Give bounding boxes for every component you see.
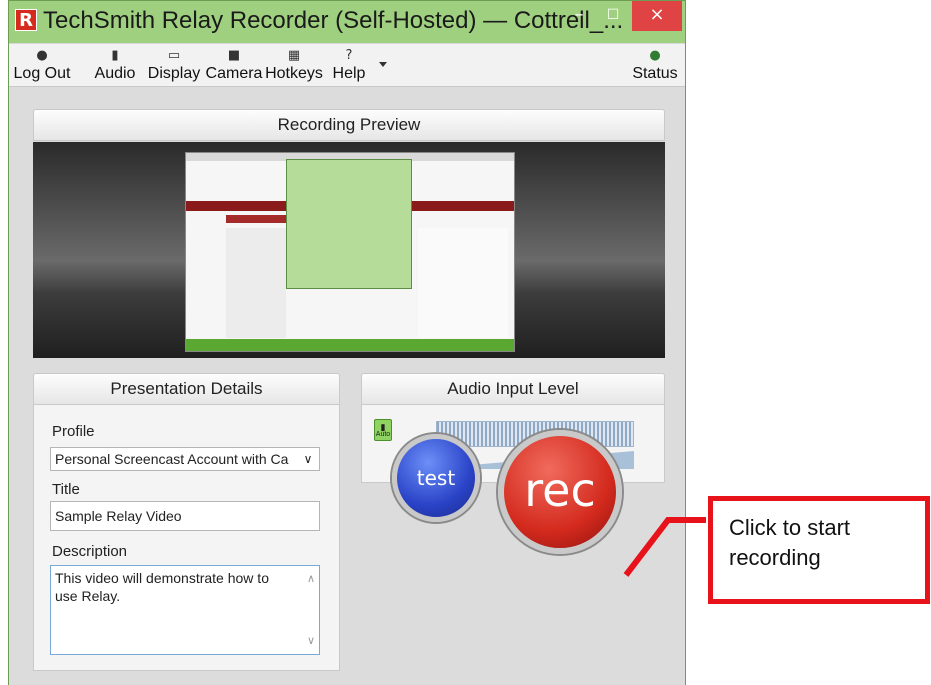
menu-display[interactable]: ▭ Display: [141, 48, 207, 84]
thumbnail-sidebar: [226, 228, 286, 338]
presentation-details-header: Presentation Details: [33, 373, 340, 405]
chevron-down-icon[interactable]: ∨: [297, 448, 319, 470]
lock-icon: ●: [36, 48, 48, 63]
menu-log-out[interactable]: ● Log Out: [9, 48, 75, 84]
mic-auto-label: Auto: [375, 431, 391, 438]
menu-status[interactable]: ● Status: [627, 48, 683, 84]
menu-status-label: Status: [632, 65, 678, 82]
camera-icon: ■: [227, 48, 241, 63]
title-input[interactable]: Sample Relay Video: [50, 501, 320, 531]
menu-bar: ● Log Out ▮ Audio ▭ Display ■ Camera ▦ H…: [9, 43, 685, 87]
menu-display-label: Display: [147, 65, 201, 82]
presentation-details-panel: Profile Personal Screencast Account with…: [33, 405, 340, 671]
menu-camera-label: Camera: [205, 65, 263, 82]
window-title: TechSmith Relay Recorder (Self-Hosted) —…: [43, 7, 624, 34]
maximize-button[interactable]: ☐: [595, 1, 631, 31]
description-label: Description: [52, 543, 128, 560]
mic-auto-button[interactable]: ▮ Auto: [374, 419, 392, 441]
profile-select-value: Personal Screencast Account with Ca: [55, 451, 289, 467]
recording-preview: [33, 142, 665, 358]
thumbnail-contact-column: [418, 228, 508, 338]
microphone-icon: ▮: [380, 422, 386, 432]
description-text: This video will demonstrate how to use R…: [55, 570, 269, 604]
main-content: Recording Preview Presentation Details P…: [9, 87, 685, 685]
recording-preview-header: Recording Preview: [33, 109, 665, 141]
menu-camera[interactable]: ■ Camera: [201, 48, 267, 84]
menu-hotkeys[interactable]: ▦ Hotkeys: [261, 48, 327, 84]
description-textarea[interactable]: This video will demonstrate how to use R…: [50, 565, 320, 655]
title-label: Title: [52, 481, 80, 498]
thumbnail-taskbar: [186, 339, 514, 351]
minimize-button[interactable]: –: [561, 1, 597, 31]
menu-overflow-chevron-icon[interactable]: [379, 62, 387, 67]
scroll-up-icon[interactable]: ∧: [307, 570, 315, 588]
menu-hotkeys-label: Hotkeys: [265, 65, 323, 82]
thumbnail-heading-band: [226, 215, 286, 223]
relay-recorder-window: R TechSmith Relay Recorder (Self-Hosted)…: [8, 0, 686, 685]
menu-help[interactable]: ? Help: [329, 48, 369, 84]
scroll-down-icon[interactable]: ∨: [307, 632, 315, 650]
menu-log-out-label: Log Out: [13, 65, 71, 82]
test-button[interactable]: test: [392, 434, 480, 522]
preview-screen-thumbnail: [185, 152, 515, 352]
relay-logo-icon: R: [15, 9, 37, 31]
menu-audio[interactable]: ▮ Audio: [87, 48, 143, 84]
record-button[interactable]: rec: [498, 430, 622, 554]
microphone-icon: ▮: [111, 48, 119, 63]
profile-select[interactable]: Personal Screencast Account with Ca ∨: [50, 447, 320, 471]
close-button[interactable]: ×: [632, 1, 682, 31]
audio-input-level-header: Audio Input Level: [361, 373, 665, 405]
thumbnail-relay-window: [286, 159, 412, 289]
click-to-start-callout: Click to start recording: [708, 496, 930, 604]
menu-audio-label: Audio: [94, 65, 136, 82]
title-bar[interactable]: R TechSmith Relay Recorder (Self-Hosted)…: [9, 1, 685, 43]
profile-label: Profile: [52, 423, 95, 440]
menu-help-label: Help: [332, 65, 366, 82]
status-globe-icon: ●: [649, 48, 661, 63]
monitor-icon: ▭: [167, 48, 181, 63]
question-icon: ?: [345, 48, 353, 63]
keyboard-icon: ▦: [287, 48, 301, 63]
